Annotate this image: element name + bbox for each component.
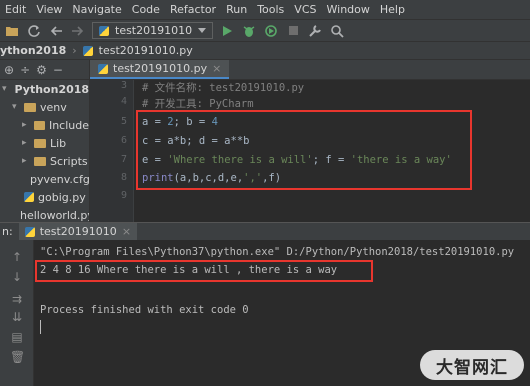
tree-item-label: Include bbox=[48, 118, 89, 132]
refresh-icon[interactable] bbox=[26, 23, 42, 39]
run-config-dropdown[interactable]: test20191010 bbox=[92, 22, 214, 39]
menu-bar: Edit View Navigate Code Refactor Run Too… bbox=[0, 0, 530, 20]
tree-item[interactable]: pyvenv.cfg bbox=[0, 170, 89, 188]
chevron-right-icon[interactable]: ▸ bbox=[22, 156, 30, 166]
folder-icon bbox=[34, 138, 46, 148]
menu-view[interactable]: View bbox=[31, 3, 67, 16]
line-number: 4 bbox=[120, 96, 127, 107]
close-icon[interactable]: × bbox=[122, 225, 131, 238]
run-side-toolbar: ↑ ↓ ⇉ ⇊ ▤ 🗑 bbox=[0, 240, 34, 386]
console-cursor bbox=[40, 320, 41, 334]
menu-vcs[interactable]: VCS bbox=[289, 3, 321, 16]
menu-navigate[interactable]: Navigate bbox=[67, 3, 126, 16]
chevron-down-icon[interactable]: ▾ bbox=[2, 84, 7, 94]
search-icon[interactable] bbox=[329, 23, 345, 39]
line-number: 6 bbox=[120, 135, 127, 146]
highlight-box-code bbox=[136, 110, 472, 190]
chevron-right-icon[interactable]: ▸ bbox=[22, 138, 30, 148]
project-tree: ▾Python2018D:▾venv▸Include▸Lib▸Scriptspy… bbox=[0, 80, 89, 222]
collapse-icon[interactable]: ÷ bbox=[20, 63, 30, 77]
code-line: # 文件名称: test20191010.py bbox=[142, 82, 305, 94]
watermark-logo: 大智网汇 bbox=[420, 350, 524, 380]
coverage-icon[interactable] bbox=[263, 23, 279, 39]
chevron-right-icon: › bbox=[72, 44, 77, 57]
wrench-icon[interactable] bbox=[307, 23, 323, 39]
gear-icon[interactable]: ⚙ bbox=[36, 63, 47, 77]
toolbar: test20191010 bbox=[0, 20, 530, 42]
menu-refactor[interactable]: Refactor bbox=[165, 3, 221, 16]
tree-item-label: Scripts bbox=[50, 154, 88, 168]
line-number: 9 bbox=[120, 190, 127, 201]
project-panel: ⊕ ÷ ⚙ − ▾Python2018D:▾venv▸Include▸Lib▸S… bbox=[0, 60, 90, 222]
menu-tools[interactable]: Tools bbox=[252, 3, 289, 16]
editor-gutter: 3 4 5 6 7 8 9 bbox=[90, 80, 134, 222]
python-file-icon bbox=[24, 226, 35, 237]
chevron-down-icon bbox=[198, 24, 207, 37]
minimize-icon[interactable]: − bbox=[53, 63, 63, 77]
menu-help[interactable]: Help bbox=[375, 3, 410, 16]
editor-tabs: test20191010.py × bbox=[90, 60, 530, 80]
python-file-icon bbox=[24, 192, 34, 202]
stop-icon[interactable] bbox=[285, 23, 301, 39]
project-panel-toolbar: ⊕ ÷ ⚙ − bbox=[0, 60, 89, 80]
folder-icon[interactable] bbox=[4, 23, 20, 39]
run-panel-label: n: bbox=[2, 225, 13, 238]
menu-edit[interactable]: Edit bbox=[0, 3, 31, 16]
tree-item[interactable]: helloworld.py bbox=[0, 206, 89, 222]
tree-item[interactable]: ▸ Lib bbox=[0, 134, 89, 152]
tree-item[interactable]: ▸ Include bbox=[0, 116, 89, 134]
code-line: # 开发工具: PyCharm bbox=[142, 98, 254, 110]
print-icon[interactable]: ▤ bbox=[10, 330, 24, 344]
console-exit-message: Process finished with exit code 0 bbox=[40, 304, 249, 316]
folder-icon bbox=[24, 102, 36, 112]
tree-item-label: Lib bbox=[50, 136, 67, 150]
folder-icon bbox=[33, 120, 45, 130]
console-command: "C:\Program Files\Python37\python.exe" D… bbox=[40, 246, 515, 258]
python-file-icon bbox=[98, 63, 108, 74]
breadcrumb: ython2018 › test20191010.py bbox=[0, 42, 530, 60]
soft-wrap-icon[interactable]: ⇉ bbox=[10, 292, 24, 306]
close-icon[interactable]: × bbox=[212, 62, 221, 75]
highlight-box-output bbox=[35, 260, 373, 282]
run-panel-header: n: test20191010 × bbox=[0, 222, 530, 240]
tree-item-label: venv bbox=[40, 100, 67, 114]
up-arrow-icon[interactable]: ↑ bbox=[10, 250, 24, 264]
folder-icon bbox=[34, 156, 46, 166]
scroll-to-end-icon[interactable]: ⇊ bbox=[10, 310, 24, 324]
tree-item-label: helloworld.py bbox=[20, 208, 90, 222]
line-number: 8 bbox=[120, 172, 127, 183]
line-number: 5 bbox=[120, 116, 127, 127]
line-number: 3 bbox=[120, 80, 127, 91]
back-icon[interactable] bbox=[48, 23, 64, 39]
tree-item[interactable]: ▸ Scripts bbox=[0, 152, 89, 170]
chevron-down-icon[interactable]: ▾ bbox=[12, 102, 20, 112]
run-tab-label: test20191010 bbox=[39, 225, 117, 238]
target-icon[interactable]: ⊕ bbox=[4, 63, 14, 77]
python-file-icon bbox=[99, 25, 109, 36]
code-editor[interactable]: # 文件名称: test20191010.py # 开发工具: PyCharm … bbox=[134, 80, 530, 222]
menu-window[interactable]: Window bbox=[322, 3, 375, 16]
menu-run[interactable]: Run bbox=[221, 3, 252, 16]
breadcrumb-file[interactable]: test20191010.py bbox=[99, 44, 193, 57]
run-tab[interactable]: test20191010 × bbox=[18, 223, 138, 240]
editor-tab-active[interactable]: test20191010.py × bbox=[90, 60, 230, 79]
debug-icon[interactable] bbox=[241, 23, 257, 39]
tree-item-label: pyvenv.cfg bbox=[30, 172, 90, 186]
trash-icon[interactable]: 🗑 bbox=[10, 350, 25, 364]
down-arrow-icon[interactable]: ↓ bbox=[10, 270, 24, 284]
chevron-right-icon[interactable]: ▸ bbox=[22, 120, 30, 130]
breadcrumb-project[interactable]: ython2018 bbox=[0, 44, 66, 57]
menu-code[interactable]: Code bbox=[127, 3, 165, 16]
editor-tab-label: test20191010.py bbox=[113, 62, 208, 75]
tree-item-label: gobig.py bbox=[38, 190, 86, 204]
line-number: 7 bbox=[120, 154, 127, 165]
run-icon[interactable] bbox=[219, 23, 235, 39]
tree-item[interactable]: ▾Python2018D: bbox=[0, 80, 89, 98]
tree-item-label: Python2018 bbox=[14, 82, 90, 96]
run-config-label: test20191010 bbox=[115, 24, 193, 37]
forward-icon[interactable] bbox=[70, 23, 86, 39]
python-file-icon bbox=[82, 45, 93, 56]
tree-item[interactable]: ▾ venv bbox=[0, 98, 89, 116]
tree-item[interactable]: gobig.py bbox=[0, 188, 89, 206]
